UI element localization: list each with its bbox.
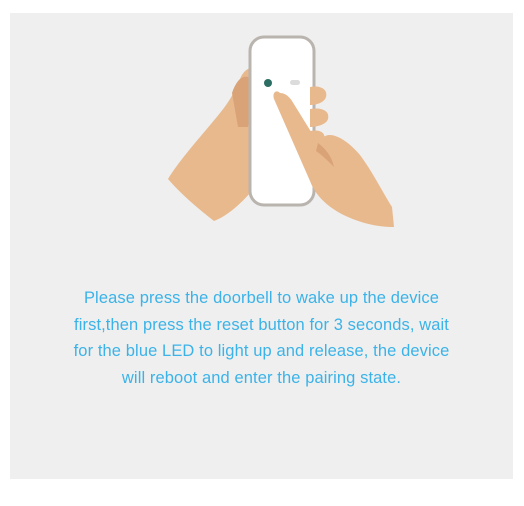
doorbell-device (248, 35, 316, 207)
hand-pressing-doorbell-icon (168, 35, 394, 227)
led-indicator (264, 79, 272, 87)
holding-hand-fingers (310, 86, 327, 105)
pairing-instruction-panel: Please press the doorbell to wake up the… (10, 13, 513, 479)
reset-button-slot (290, 80, 300, 85)
pairing-instruction-text: Please press the doorbell to wake up the… (73, 289, 450, 387)
